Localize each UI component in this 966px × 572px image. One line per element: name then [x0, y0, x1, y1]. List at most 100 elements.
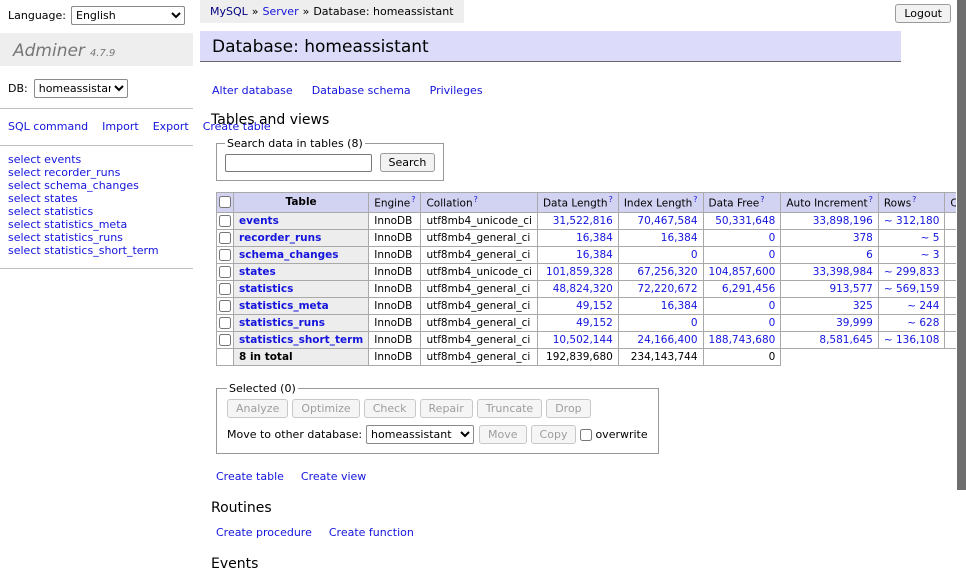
sidebar-select-link-statistics-runs[interactable]: select statistics_runs: [8, 232, 185, 245]
cell-rows-link[interactable]: ~ 569,159: [884, 283, 940, 295]
cell-auto_increment-link[interactable]: 913,577: [829, 283, 872, 295]
cell-data_free-link[interactable]: 6,291,456: [722, 283, 775, 295]
cell-data_length-link[interactable]: 16,384: [576, 232, 613, 244]
overwrite-checkbox[interactable]: [580, 429, 592, 441]
cell-index_length-link[interactable]: 24,166,400: [637, 334, 697, 346]
cell-index_length-link[interactable]: 0: [691, 317, 698, 329]
language-select[interactable]: English: [71, 6, 185, 25]
row-checkbox[interactable]: [219, 249, 231, 261]
cell-data_free-link[interactable]: 188,743,680: [709, 334, 776, 346]
check-button[interactable]: Check: [364, 399, 416, 418]
cell-index_length-link[interactable]: 16,384: [661, 300, 698, 312]
truncate-button[interactable]: Truncate: [477, 399, 542, 418]
cell-index_length-link[interactable]: 0: [691, 249, 698, 261]
move-button[interactable]: Move: [479, 425, 527, 444]
breadcrumb-link-server[interactable]: Server: [263, 5, 299, 18]
sidebar-link-sql-command[interactable]: SQL command: [8, 120, 88, 133]
table-name-link[interactable]: statistics_runs: [239, 317, 325, 329]
cell-data_free-link[interactable]: 0: [769, 232, 776, 244]
table-name-link[interactable]: statistics_meta: [239, 300, 329, 312]
create-procedure-link[interactable]: Create procedure: [216, 526, 312, 539]
cell-rows-link[interactable]: ~ 5: [921, 232, 940, 244]
cell-data_free-link[interactable]: 50,331,648: [715, 215, 775, 227]
create-table-link[interactable]: Create table: [216, 470, 284, 483]
database-schema-link[interactable]: Database schema: [312, 84, 411, 97]
cell-index_length-link[interactable]: 72,220,672: [637, 283, 697, 295]
cell-auto_increment-link[interactable]: 378: [853, 232, 873, 244]
cell-data_free-link[interactable]: 104,857,600: [709, 266, 776, 278]
sidebar-link-import[interactable]: Import: [102, 120, 139, 133]
table-name-link[interactable]: schema_changes: [239, 249, 339, 261]
table-name-link[interactable]: statistics: [239, 283, 293, 295]
move-db-select[interactable]: homeassistant: [366, 425, 474, 444]
table-name-link[interactable]: states: [239, 266, 276, 278]
cell-rows-link[interactable]: ~ 244: [907, 300, 939, 312]
table-name-link[interactable]: events: [239, 215, 279, 227]
cell-data_free-link[interactable]: 0: [769, 300, 776, 312]
scrollbar-thumb[interactable]: [957, 0, 966, 490]
row-checkbox[interactable]: [219, 266, 231, 278]
row-checkbox[interactable]: [219, 300, 231, 312]
cell-rows-link[interactable]: ~ 628: [907, 317, 939, 329]
cell-auto_increment-link[interactable]: 8,581,645: [819, 334, 872, 346]
cell-data_length-link[interactable]: 101,859,328: [546, 266, 613, 278]
optimize-button[interactable]: Optimize: [292, 399, 359, 418]
analyze-button[interactable]: Analyze: [227, 399, 288, 418]
db-select[interactable]: homeassistant: [34, 79, 128, 98]
cell-auto_increment-link[interactable]: 325: [853, 300, 873, 312]
cell-data_length-link[interactable]: 48,824,320: [553, 283, 613, 295]
cell-rows-link[interactable]: ~ 299,833: [884, 266, 940, 278]
scrollbar[interactable]: [956, 0, 966, 543]
cell-index_length-link[interactable]: 67,256,320: [637, 266, 697, 278]
cell-data_length-link[interactable]: 49,152: [576, 317, 613, 329]
cell-data_length-link[interactable]: 10,502,144: [553, 334, 613, 346]
alter-database-link[interactable]: Alter database: [212, 84, 293, 97]
breadcrumb: MySQL»Server»Database: homeassistant: [200, 0, 464, 23]
cell-data_free-link[interactable]: 0: [769, 249, 776, 261]
sidebar-select-link-statistics-meta[interactable]: select statistics_meta: [8, 219, 185, 232]
create-function-link[interactable]: Create function: [329, 526, 414, 539]
row-checkbox[interactable]: [219, 334, 231, 346]
help-link[interactable]: ?: [869, 195, 873, 204]
search-button[interactable]: Search: [380, 153, 436, 172]
table-name-link[interactable]: statistics_short_term: [239, 334, 363, 346]
cell-rows-link[interactable]: ~ 136,108: [884, 334, 940, 346]
cell-rows-link[interactable]: ~ 3: [921, 249, 940, 261]
cell-rows-link[interactable]: ~ 312,180: [884, 215, 940, 227]
row-checkbox[interactable]: [219, 283, 231, 295]
cell-auto_increment-link[interactable]: 6: [866, 249, 873, 261]
repair-button[interactable]: Repair: [420, 399, 473, 418]
search-input[interactable]: [225, 154, 372, 172]
table-row: eventsInnoDButf8mb4_unicode_ci31,522,816…: [217, 212, 966, 229]
cell-data_free-link[interactable]: 0: [769, 317, 776, 329]
cell-index_length-link[interactable]: 16,384: [661, 232, 698, 244]
table-name-link[interactable]: recorder_runs: [239, 232, 321, 244]
cell-auto_increment-link[interactable]: 33,898,196: [813, 215, 873, 227]
row-checkbox[interactable]: [219, 317, 231, 329]
check-all-checkbox[interactable]: [219, 196, 231, 208]
help-link[interactable]: ?: [474, 195, 478, 204]
adminer-logo-link[interactable]: Adminer: [13, 41, 85, 61]
cell-auto_increment-link[interactable]: 39,999: [836, 317, 873, 329]
breadcrumb-link-mysql[interactable]: MySQL: [210, 5, 248, 18]
sidebar-link-export[interactable]: Export: [153, 120, 189, 133]
help-link[interactable]: ?: [693, 195, 697, 204]
copy-button[interactable]: Copy: [531, 425, 577, 444]
help-link[interactable]: ?: [609, 195, 613, 204]
help-link[interactable]: ?: [912, 195, 916, 204]
search-legend: Search data in tables (8): [225, 137, 365, 150]
row-checkbox[interactable]: [219, 232, 231, 244]
cell-index_length-link[interactable]: 70,467,584: [637, 215, 697, 227]
help-link[interactable]: ?: [760, 195, 764, 204]
cell-data_length-link[interactable]: 49,152: [576, 300, 613, 312]
cell-data_length-link[interactable]: 31,522,816: [553, 215, 613, 227]
create-view-link[interactable]: Create view: [301, 470, 366, 483]
privileges-link[interactable]: Privileges: [430, 84, 483, 97]
logout-button[interactable]: Logout: [895, 4, 951, 23]
help-link[interactable]: ?: [411, 195, 415, 204]
row-checkbox[interactable]: [219, 215, 231, 227]
drop-button[interactable]: Drop: [546, 399, 590, 418]
sidebar-select-link-statistics-short-term[interactable]: select statistics_short_term: [8, 245, 185, 258]
cell-data_length-link[interactable]: 16,384: [576, 249, 613, 261]
cell-auto_increment-link[interactable]: 33,398,984: [813, 266, 873, 278]
